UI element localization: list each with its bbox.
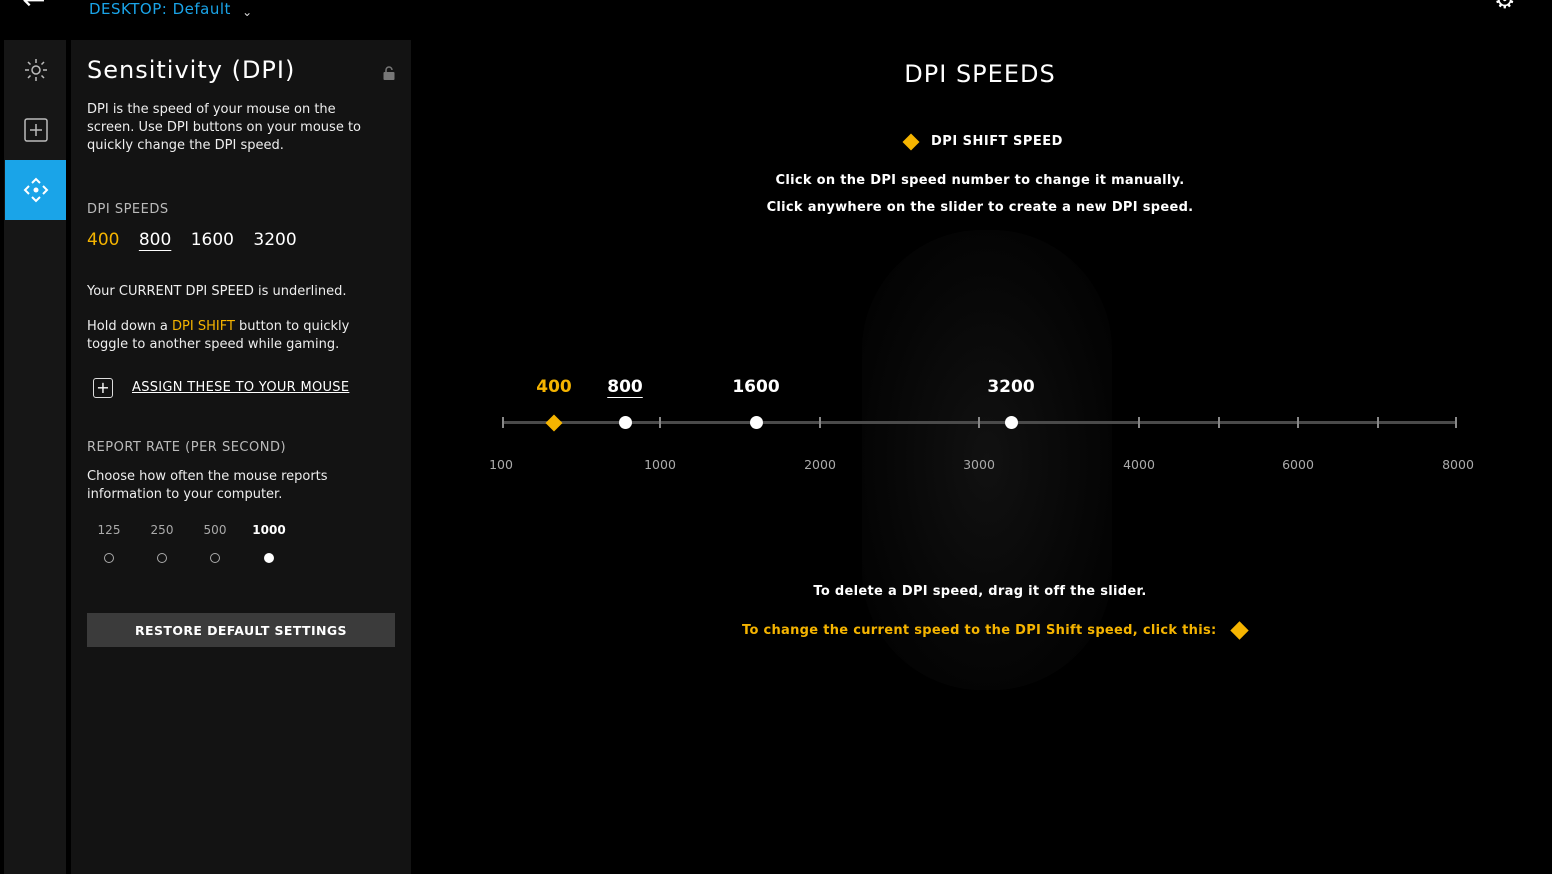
shift-speed-legend: DPI SHIFT SPEED bbox=[902, 133, 1063, 150]
dpi-shift-knob[interactable] bbox=[545, 414, 563, 432]
axis-label: 1000 bbox=[644, 457, 676, 472]
slider-value-label[interactable]: 1600 bbox=[726, 377, 786, 397]
axis-label: 100 bbox=[489, 457, 513, 472]
slider-tick bbox=[659, 417, 661, 428]
report-rate-radio-selected[interactable] bbox=[264, 553, 274, 563]
gear-icon[interactable]: ⚙ bbox=[1494, 0, 1516, 12]
panel-description: DPI is the speed of your mouse on the sc… bbox=[87, 102, 361, 153]
slider-tick bbox=[819, 417, 821, 428]
report-rate-label: 500 bbox=[203, 523, 227, 537]
axis-label: 3000 bbox=[963, 457, 995, 472]
shift-diamond-icon bbox=[902, 133, 920, 150]
dpi-speed-value[interactable]: 1600 bbox=[191, 230, 234, 250]
assign-link[interactable]: ASSIGN THESE TO YOUR MOUSE bbox=[132, 380, 349, 395]
slider-tick bbox=[1297, 417, 1299, 428]
report-rate-description: Choose how often the mouse reports infor… bbox=[87, 469, 328, 502]
dpi-speed-value[interactable]: 3200 bbox=[253, 230, 296, 250]
axis-label: 8000 bbox=[1442, 457, 1474, 472]
report-rate-radio[interactable] bbox=[157, 553, 167, 563]
report-rate-heading: REPORT RATE (PER SECOND) bbox=[87, 440, 287, 455]
shift-note-highlight: DPI SHIFT bbox=[172, 319, 235, 334]
panel-title: Sensitivity (DPI) bbox=[87, 56, 296, 84]
shift-change-row: To change the current speed to the DPI S… bbox=[742, 621, 1249, 640]
set-shift-diamond-icon[interactable] bbox=[1229, 621, 1249, 640]
dpi-speed-value-current[interactable]: 800 bbox=[139, 230, 171, 250]
shift-note: Hold down a DPI SHIFT button to quickly … bbox=[87, 318, 387, 354]
dpi-speed-value[interactable]: 400 bbox=[87, 230, 119, 250]
dpi-knob[interactable] bbox=[750, 416, 763, 429]
profile-name: Default bbox=[172, 0, 231, 18]
report-rate-label-selected: 1000 bbox=[252, 523, 286, 537]
assign-plus-icon[interactable]: + bbox=[93, 378, 113, 398]
dpi-icon bbox=[23, 177, 48, 203]
axis-label: 2000 bbox=[804, 457, 836, 472]
add-icon bbox=[23, 118, 48, 142]
slider-tick bbox=[978, 417, 980, 428]
profile-prefix: DESKTOP: bbox=[89, 0, 168, 18]
instruction-text: Click anywhere on the slider to create a… bbox=[766, 200, 1194, 215]
shift-change-note: To change the current speed to the DPI S… bbox=[742, 623, 1217, 638]
dpi-knob[interactable] bbox=[619, 416, 632, 429]
slider-tick bbox=[1138, 417, 1140, 428]
dpi-knob[interactable] bbox=[1005, 416, 1018, 429]
settings-panel: Sensitivity (DPI) DPI is the speed of yo… bbox=[71, 40, 411, 874]
axis-label: 6000 bbox=[1282, 457, 1314, 472]
slider-value-label[interactable]: 400 bbox=[524, 377, 584, 397]
slider-tick bbox=[1377, 417, 1379, 428]
delete-note: To delete a DPI speed, drag it off the s… bbox=[813, 584, 1147, 599]
lock-icon[interactable] bbox=[383, 66, 395, 80]
current-speed-note: Your CURRENT DPI SPEED is underlined. bbox=[87, 284, 347, 299]
slider-tick bbox=[502, 417, 504, 428]
back-arrow-icon[interactable]: ← bbox=[22, 0, 45, 14]
lighting-button[interactable] bbox=[5, 40, 66, 100]
slider-tick bbox=[1218, 417, 1220, 428]
dpi-speed-list: 400 800 1600 3200 bbox=[87, 230, 311, 250]
shift-note-pre: Hold down a bbox=[87, 319, 173, 334]
dpi-slider[interactable] bbox=[502, 417, 1457, 428]
feature-rail bbox=[4, 40, 66, 874]
slider-tick bbox=[1455, 417, 1457, 428]
dpi-speeds-title: DPI SPEEDS bbox=[904, 60, 1056, 88]
slider-value-label-current[interactable]: 800 bbox=[595, 377, 655, 397]
restore-defaults-button[interactable]: RESTORE DEFAULT SETTINGS bbox=[87, 613, 395, 647]
slider-value-label[interactable]: 3200 bbox=[981, 377, 1041, 397]
lighting-icon bbox=[24, 59, 47, 81]
sensitivity-button[interactable] bbox=[5, 160, 66, 220]
axis-label: 4000 bbox=[1123, 457, 1155, 472]
report-rate-label: 250 bbox=[150, 523, 174, 537]
report-rate-radio[interactable] bbox=[210, 553, 220, 563]
instruction-text: Click on the DPI speed number to change … bbox=[775, 173, 1185, 188]
chevron-down-icon: ⌄ bbox=[242, 5, 253, 19]
profile-selector[interactable]: DESKTOP: Default ⌄ bbox=[89, 0, 253, 19]
dpi-speeds-heading: DPI SPEEDS bbox=[87, 202, 169, 217]
report-rate-radio[interactable] bbox=[104, 553, 114, 563]
report-rate-label: 125 bbox=[97, 523, 121, 537]
legend-label: DPI SHIFT SPEED bbox=[931, 134, 1063, 149]
assignments-button[interactable] bbox=[5, 100, 66, 160]
